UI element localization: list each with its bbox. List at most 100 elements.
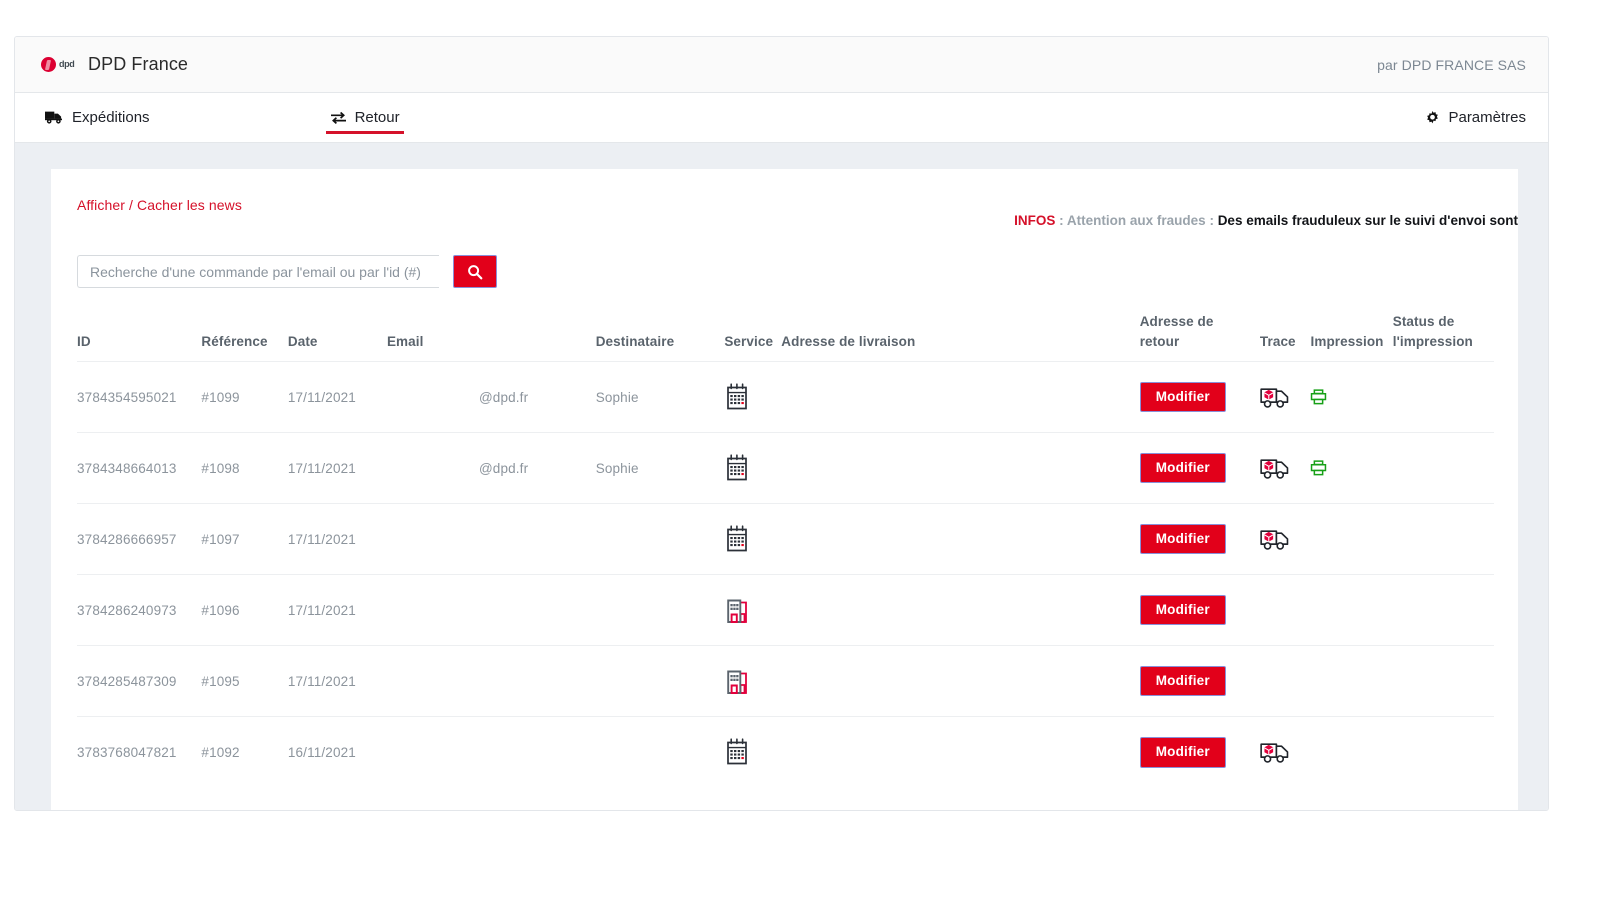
column-header-trace: Trace [1259, 333, 1296, 349]
infos-separator-2: : [1205, 213, 1218, 228]
cell-destinataire: Sophie [595, 432, 725, 504]
cell-email: @dpd.fr [386, 432, 596, 504]
table-row[interactable]: 3784354595021 #1099 17/11/2021 @dpd.fr Sophi… [77, 361, 1494, 433]
calendar-icon [724, 454, 750, 482]
cell-status-impression [1392, 645, 1494, 717]
main-navigation: Expéditions Retour Paramètres [15, 93, 1548, 143]
infos-subject: Attention aux fraudes [1066, 213, 1206, 228]
modifier-button[interactable]: Modifier [1139, 665, 1226, 697]
delivery-truck-icon [1260, 527, 1294, 551]
content-card: Afficher / Cacher les news INFOS : Atten… [51, 169, 1518, 810]
cell-status-impression [1392, 716, 1494, 788]
cell-service[interactable] [724, 716, 782, 788]
cell-destinataire [595, 503, 725, 575]
table-row[interactable]: 3784348664013 #1098 17/11/2021 @dpd.fr Sophi… [77, 432, 1494, 504]
search-input[interactable] [77, 255, 439, 288]
table-row[interactable]: 3784286240973 #1096 17/11/2021 Modifier [77, 574, 1494, 646]
cell-service[interactable] [724, 432, 782, 504]
cell-id: 3784348664013 [77, 432, 202, 504]
modifier-button[interactable]: Modifier [1139, 381, 1226, 413]
cell-service[interactable] [724, 361, 782, 433]
nav-item-parametres-label: Paramètres [1448, 109, 1526, 126]
column-header-impression: Impression [1310, 333, 1384, 349]
modifier-button[interactable]: Modifier [1139, 452, 1226, 484]
cell-impression[interactable] [1310, 503, 1393, 575]
toggle-news-link[interactable]: Afficher / Cacher les news [77, 197, 242, 213]
cell-email [386, 574, 596, 646]
dpd-logo-icon: dpd [41, 55, 77, 74]
cell-destinataire [595, 645, 725, 717]
modifier-button[interactable]: Modifier [1139, 737, 1226, 768]
table-header: ID Référence Date Email Destinataire Ser… [77, 312, 1494, 362]
cell-trace[interactable] [1259, 574, 1311, 646]
nav-item-parametres[interactable]: Paramètres [1425, 109, 1526, 126]
cell-email [386, 503, 596, 575]
calendar-icon [724, 738, 750, 766]
nav-item-expeditions-label: Expéditions [72, 109, 150, 126]
nav-item-retour-label: Retour [354, 109, 400, 126]
cell-service[interactable] [724, 503, 782, 575]
printer-icon [1310, 389, 1327, 405]
column-header-id: ID [77, 333, 91, 349]
nav-item-retour[interactable]: Retour [325, 93, 404, 142]
cell-id: 3784286240973 [77, 574, 202, 646]
cell-service[interactable] [724, 645, 782, 717]
publisher-label: par DPD FRANCE SAS [1377, 56, 1526, 73]
cell-email [386, 645, 596, 717]
table-row[interactable]: 3784286666957 #1097 17/11/2021 Modifier [77, 503, 1494, 575]
cell-id: 3784285487309 [77, 645, 202, 717]
application-window: dpd DPD France par DPD FRANCE SAS Expédi… [14, 36, 1549, 811]
cell-adresse-retour: Modifier [1139, 645, 1260, 717]
table-row[interactable]: 3783768047821 #1092 16/11/2021 Modifier [77, 716, 1494, 788]
cell-adresse-retour: Modifier [1139, 432, 1260, 504]
search-icon [467, 264, 483, 280]
cell-adresse-livraison [781, 361, 1140, 433]
infos-message: Des emails frauduleux sur le suivi d'env… [1217, 213, 1518, 228]
column-header-service: Service [724, 333, 774, 349]
app-title: DPD France [88, 54, 189, 74]
gear-icon [1425, 110, 1440, 125]
calendar-icon [724, 383, 750, 411]
cell-destinataire: Sophie [595, 361, 725, 433]
delivery-truck-icon [1260, 456, 1294, 480]
cell-adresse-livraison [781, 716, 1140, 788]
cell-date: 17/11/2021 [287, 574, 387, 646]
truck-icon [45, 110, 64, 125]
cell-reference: #1099 [201, 361, 288, 433]
modifier-button[interactable]: Modifier [1139, 594, 1226, 626]
cell-impression[interactable] [1310, 432, 1393, 504]
cell-trace[interactable] [1259, 503, 1311, 575]
cell-id: 3784354595021 [77, 361, 202, 433]
cell-adresse-livraison [781, 645, 1140, 717]
infos-label: INFOS [1014, 213, 1056, 228]
cell-destinataire [595, 716, 725, 788]
orders-table: ID Référence Date Email Destinataire Ser… [77, 312, 1494, 788]
cell-impression[interactable] [1310, 645, 1393, 717]
cell-trace[interactable] [1259, 716, 1311, 788]
cell-service[interactable] [724, 574, 782, 646]
cell-impression[interactable] [1310, 361, 1393, 433]
delivery-truck-icon [1260, 385, 1294, 409]
cell-trace[interactable] [1259, 432, 1311, 504]
column-header-reference: Référence [201, 333, 268, 349]
table-row[interactable]: 3784285487309 #1095 17/11/2021 Modifier [77, 645, 1494, 717]
search-button[interactable] [453, 255, 497, 288]
cell-impression[interactable] [1310, 716, 1393, 788]
cell-impression[interactable] [1310, 574, 1393, 646]
cell-email [386, 716, 596, 788]
cell-id: 3784286666957 [77, 503, 202, 575]
cell-date: 16/11/2021 [287, 716, 387, 788]
cell-reference: #1096 [201, 574, 288, 646]
nav-item-expeditions[interactable]: Expéditions [41, 93, 154, 142]
cell-adresse-livraison [781, 574, 1140, 646]
column-header-destinataire: Destinataire [595, 333, 675, 349]
cell-trace[interactable] [1259, 361, 1311, 433]
modifier-button[interactable]: Modifier [1139, 523, 1226, 555]
infos-separator-1: : [1055, 213, 1067, 228]
cell-trace[interactable] [1259, 645, 1311, 717]
printer-icon [1310, 460, 1327, 476]
cell-status-impression [1392, 361, 1494, 433]
cell-status-impression [1392, 432, 1494, 504]
infos-banner: INFOS : Attention aux fraudes : Des emai… [77, 213, 1518, 237]
cell-destinataire [595, 574, 725, 646]
